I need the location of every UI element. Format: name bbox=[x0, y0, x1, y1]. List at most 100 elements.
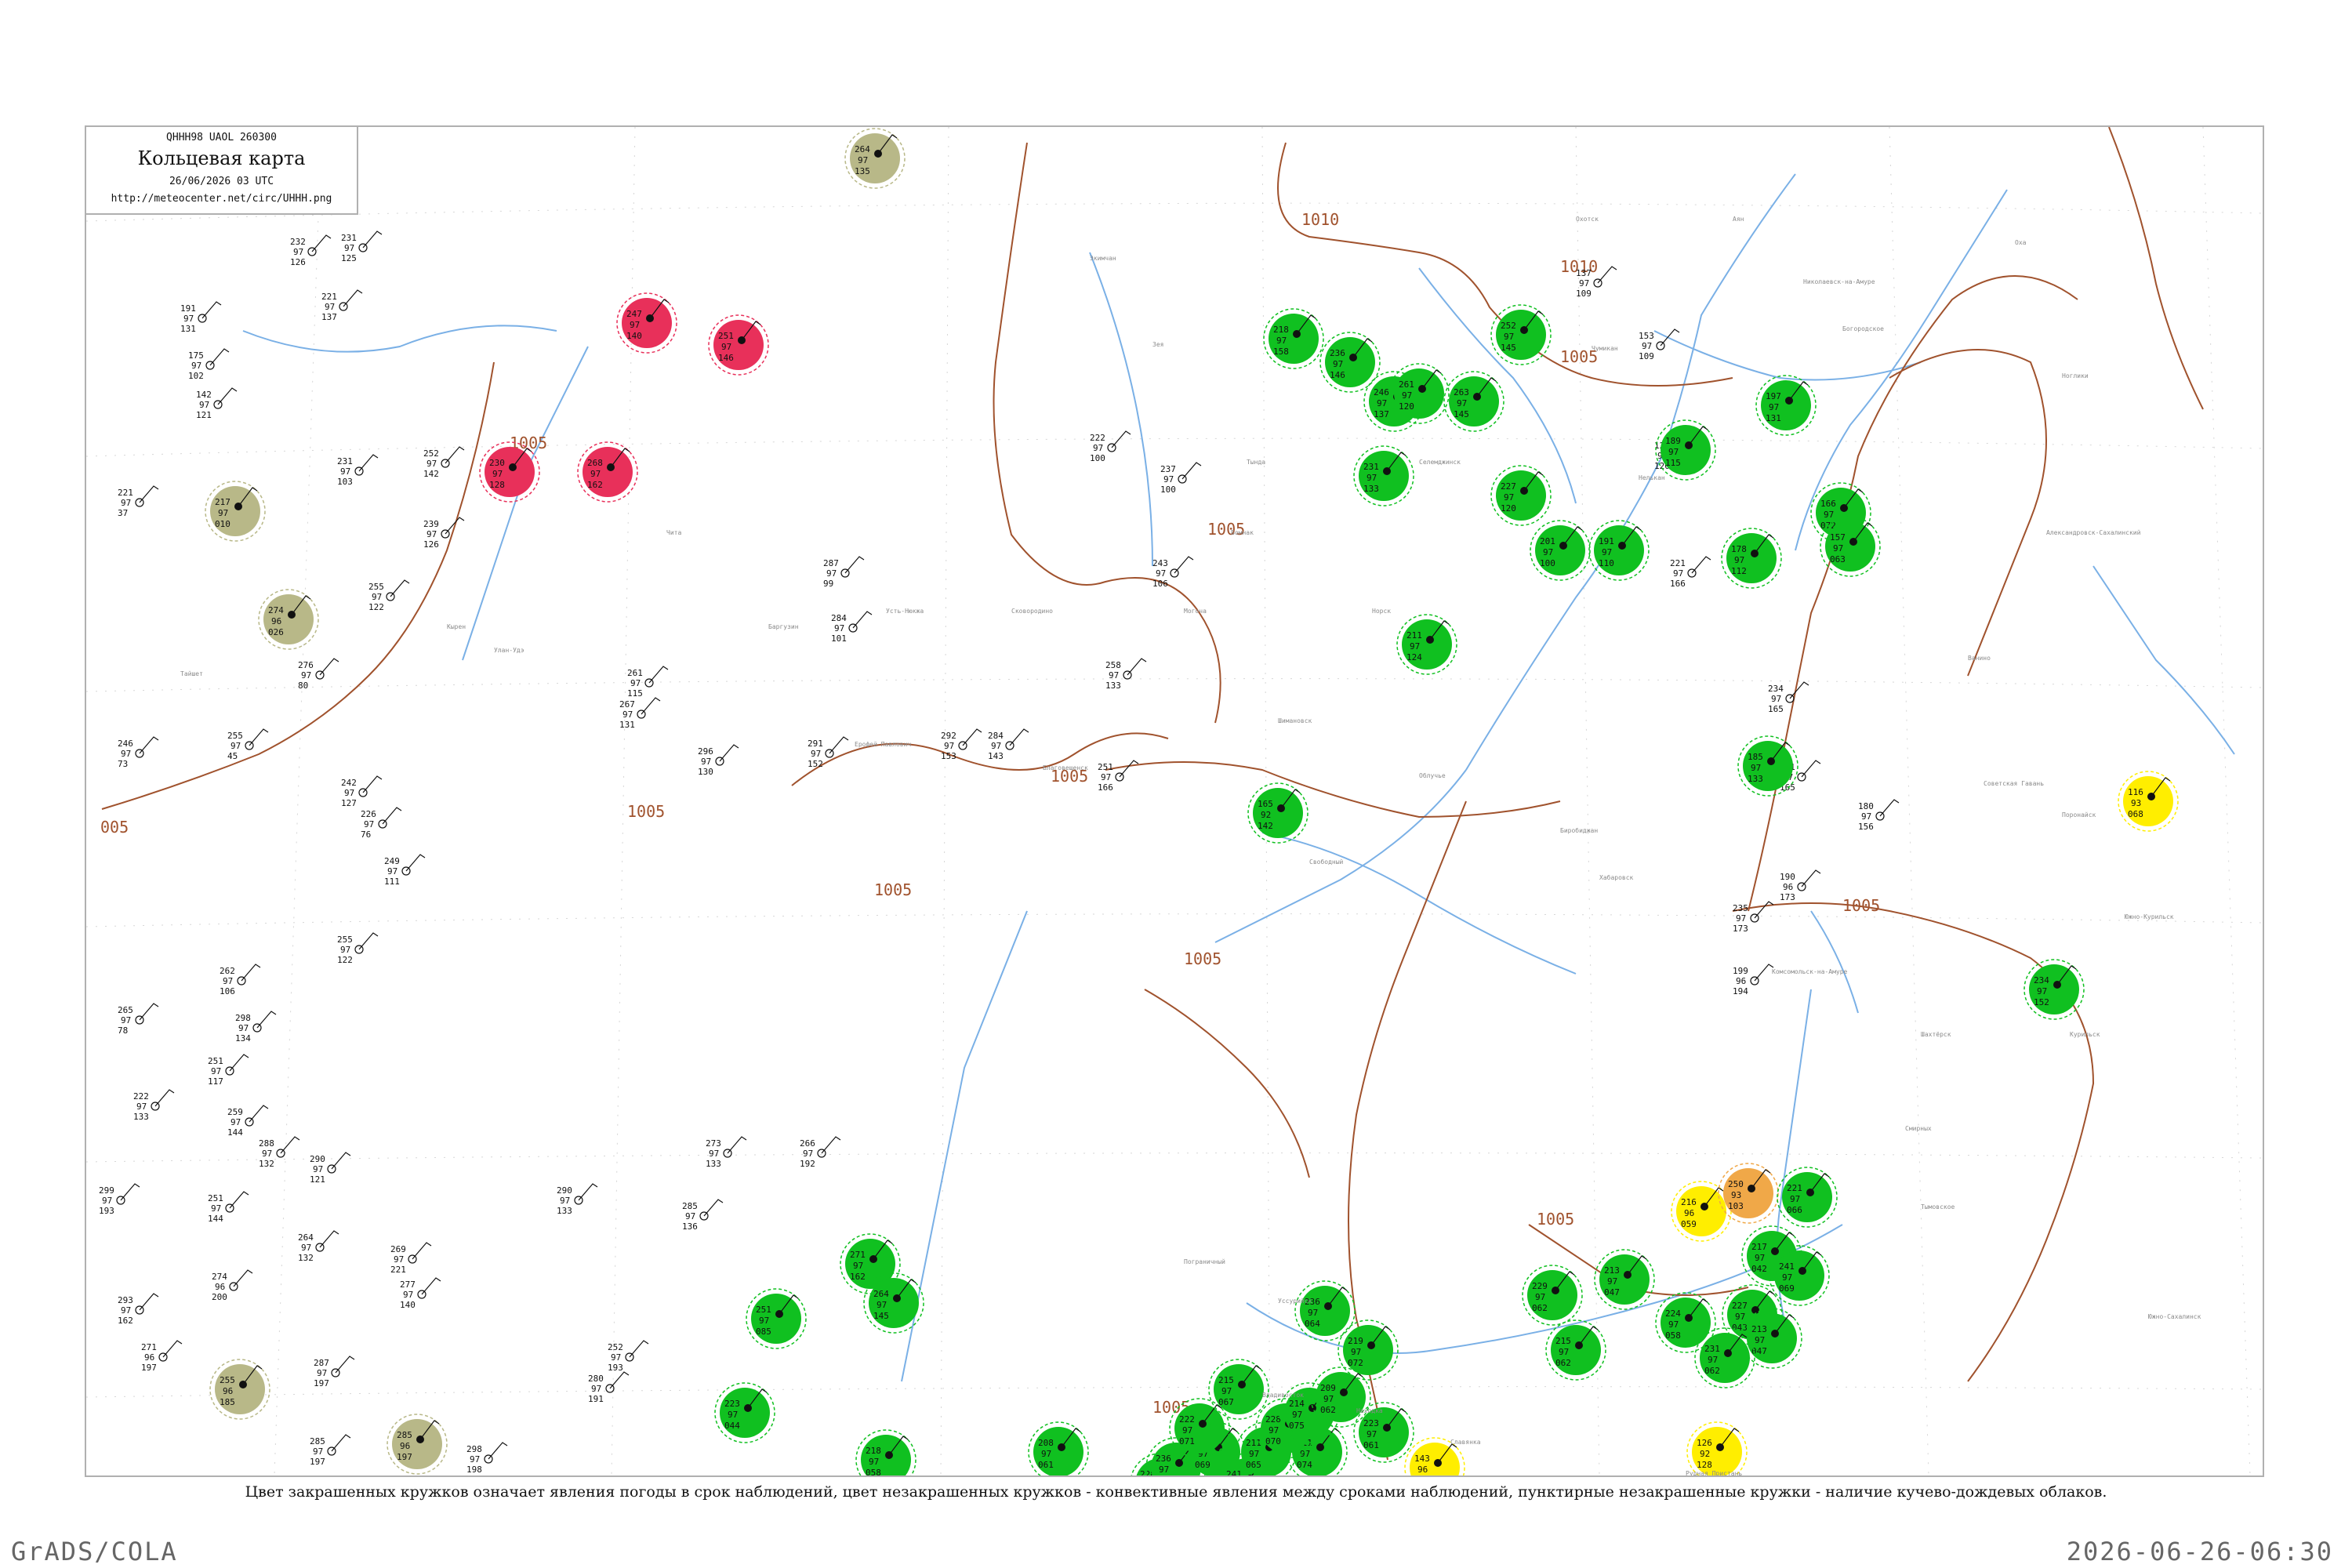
station-dewpoint: 132 bbox=[298, 1253, 314, 1263]
station-temp: 222 bbox=[133, 1091, 149, 1102]
station-temp: 229 bbox=[1532, 1281, 1548, 1291]
isobar-label: 1005 bbox=[1537, 1210, 1574, 1229]
place-name: Смирных bbox=[1905, 1125, 1932, 1132]
weather-circle-rain: 24197069 bbox=[1769, 1245, 1830, 1306]
station-pressure: 97 bbox=[803, 1149, 813, 1159]
station-plot: 2559745 bbox=[227, 728, 269, 761]
station-dewpoint: 152 bbox=[2034, 997, 2049, 1007]
station-plot: 26697192 bbox=[800, 1136, 841, 1169]
station-temp: 221 bbox=[1787, 1183, 1802, 1193]
station-plot: 28597197 bbox=[310, 1434, 351, 1467]
station-dewpoint: 191 bbox=[588, 1394, 604, 1404]
station-pressure: 97 bbox=[313, 1446, 323, 1457]
station-plot: 26797131 bbox=[619, 697, 661, 730]
lat-lon-grid bbox=[86, 127, 2263, 1475]
station-dewpoint: 043 bbox=[1732, 1323, 1748, 1333]
station-dewpoint: 173 bbox=[1733, 924, 1748, 934]
weather-circle-rain: 25197085 bbox=[746, 1288, 807, 1349]
weather-circle-rain: 23197133 bbox=[1353, 445, 1414, 506]
place-name: Комсомольск-на-Амуре bbox=[1772, 968, 1848, 975]
station-pressure: 97 bbox=[1673, 568, 1683, 579]
station-temp: 258 bbox=[1105, 660, 1121, 670]
station-pressure: 97 bbox=[1751, 763, 1761, 773]
station-temp: 251 bbox=[1098, 762, 1113, 772]
station-dewpoint: 070 bbox=[1265, 1436, 1281, 1446]
station-pressure: 97 bbox=[826, 568, 837, 579]
station-dewpoint: 115 bbox=[1665, 458, 1681, 468]
weather-circle-rain: 22197066 bbox=[1777, 1167, 1838, 1228]
station-dewpoint: 064 bbox=[1305, 1319, 1320, 1329]
station-pressure: 97 bbox=[230, 741, 241, 751]
station-pressure: 97 bbox=[1308, 1308, 1318, 1318]
station-plot: 29897134 bbox=[235, 1011, 277, 1044]
station-dewpoint: 45 bbox=[227, 751, 238, 761]
station-plot: 2469773 bbox=[118, 736, 159, 769]
station-dewpoint: 133 bbox=[1363, 484, 1379, 494]
station-pressure: 97 bbox=[1249, 1449, 1259, 1459]
station-dewpoint: 162 bbox=[118, 1316, 133, 1326]
station-pressure: 97 bbox=[394, 1254, 404, 1265]
station-pressure: 97 bbox=[1736, 913, 1746, 924]
station-plot: 23997126 bbox=[423, 517, 465, 550]
place-name: Кырен bbox=[447, 623, 466, 630]
station-plot: 14297121 bbox=[196, 387, 238, 420]
station-dewpoint: 122 bbox=[337, 955, 353, 965]
station-pressure: 96 bbox=[1417, 1465, 1428, 1475]
station-temp: 231 bbox=[1704, 1344, 1720, 1354]
station-pressure: 97 bbox=[238, 1023, 249, 1033]
place-name: Селемджинск bbox=[1419, 459, 1461, 466]
station-dewpoint: 197 bbox=[310, 1457, 325, 1467]
station-dewpoint: 109 bbox=[1576, 289, 1592, 299]
station-dewpoint: 80 bbox=[298, 681, 308, 691]
weather-circle-rain: 20897061 bbox=[1028, 1421, 1089, 1475]
station-temp: 211 bbox=[1246, 1438, 1261, 1448]
station-temp: 153 bbox=[1639, 331, 1654, 341]
weather-circle-haze: 28596197 bbox=[387, 1414, 448, 1475]
station-temp: 247 bbox=[626, 309, 642, 319]
station-pressure: 97 bbox=[759, 1316, 769, 1326]
station-temp: 264 bbox=[855, 144, 870, 154]
station-temp: 246 bbox=[1374, 387, 1389, 397]
station-temp: 299 bbox=[99, 1185, 114, 1196]
station-pressure: 97 bbox=[1457, 398, 1467, 408]
station-pressure: 97 bbox=[853, 1261, 863, 1271]
station-pressure: 97 bbox=[426, 529, 437, 539]
station-temp: 215 bbox=[1555, 1336, 1571, 1346]
place-name: Могоча bbox=[1184, 608, 1207, 615]
station-pressure: 96 bbox=[1684, 1208, 1694, 1218]
station-plot: 27397133 bbox=[706, 1136, 747, 1169]
place-name: Южно-Курильск bbox=[2125, 913, 2174, 920]
station-pressure: 97 bbox=[1708, 1355, 1718, 1365]
station-pressure: 97 bbox=[1377, 398, 1387, 408]
station-temp: 116 bbox=[2128, 787, 2143, 797]
weather-circle-rain: 22497058 bbox=[1655, 1292, 1716, 1353]
station-temp: 143 bbox=[1414, 1454, 1430, 1464]
station-dewpoint: 059 bbox=[1681, 1219, 1697, 1229]
place-name: Оха bbox=[2015, 239, 2027, 246]
station-temp: 251 bbox=[718, 331, 734, 341]
station-dewpoint: 156 bbox=[1858, 822, 1874, 832]
station-plot: 23497165 bbox=[1768, 681, 1809, 714]
station-plot: 26997221 bbox=[390, 1242, 432, 1275]
station-temp: 219 bbox=[1348, 1336, 1363, 1346]
station-plot: 22297100 bbox=[1090, 430, 1131, 463]
weather-circle-rain: 19797131 bbox=[1755, 375, 1817, 436]
station-temp: 208 bbox=[1038, 1438, 1054, 1448]
station-plot: 23597173 bbox=[1733, 901, 1774, 934]
station-pressure: 97 bbox=[1833, 543, 1843, 554]
weather-circle-thunder: 26897162 bbox=[577, 441, 638, 503]
station-temp: 217 bbox=[1751, 1242, 1767, 1252]
station-dewpoint: 069 bbox=[1195, 1460, 1210, 1470]
station-plot: 27196197 bbox=[141, 1340, 183, 1373]
station-pressure: 97 bbox=[1221, 1386, 1232, 1396]
rivers-coastlines bbox=[242, 173, 2235, 1382]
weather-circle-rain: 20197100 bbox=[1530, 520, 1591, 581]
station-plot: 19996194 bbox=[1733, 964, 1774, 996]
station-plot: 29297153 bbox=[941, 728, 982, 761]
map-url[interactable]: http://meteocenter.net/circ/UHHH.png bbox=[86, 193, 357, 205]
weather-circle-fog: 11693068 bbox=[2118, 771, 2179, 832]
station-dewpoint: 100 bbox=[1540, 558, 1555, 568]
station-dewpoint: 137 bbox=[1374, 409, 1389, 419]
station-dewpoint: 142 bbox=[1258, 821, 1273, 831]
station-temp: 273 bbox=[706, 1138, 721, 1149]
